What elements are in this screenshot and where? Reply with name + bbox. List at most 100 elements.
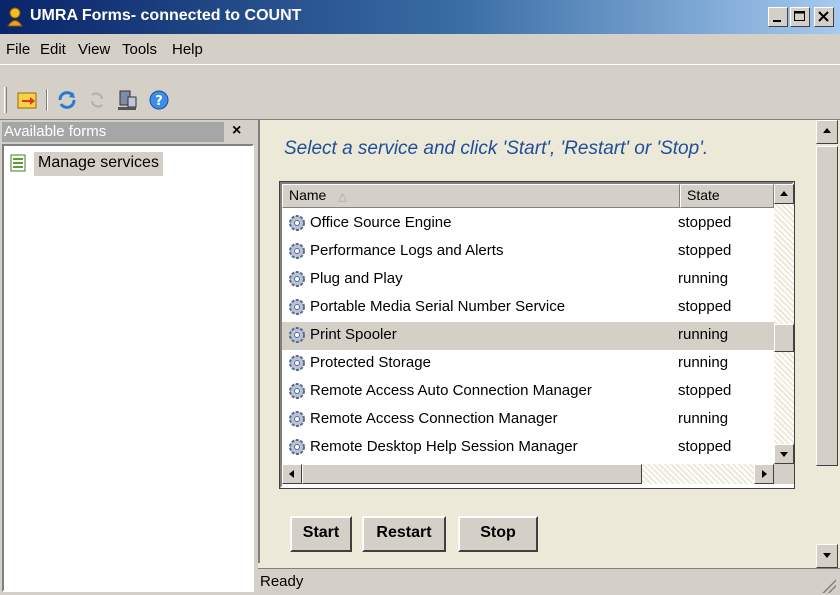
- resize-grip[interactable]: [822, 579, 836, 593]
- scroll-left-button[interactable]: [282, 464, 302, 484]
- svg-text:?: ?: [155, 94, 163, 109]
- service-row[interactable]: Office Source Engine stopped: [282, 210, 774, 238]
- service-state: running: [678, 354, 729, 371]
- toolbar-grip[interactable]: [4, 87, 7, 113]
- page-scroll-down-button[interactable]: [816, 544, 838, 568]
- scroll-thumb[interactable]: [774, 324, 794, 352]
- column-header-state[interactable]: State: [680, 184, 774, 208]
- service-name: Remote Access Connection Manager: [310, 410, 558, 427]
- service-state: running: [678, 270, 729, 287]
- service-gear-icon: [289, 271, 305, 287]
- services-listview[interactable]: Name △ State Office Source Engine stopped…: [279, 181, 795, 489]
- close-button[interactable]: [814, 7, 834, 27]
- restart-button[interactable]: Restart: [362, 516, 446, 552]
- menu-bar: File Edit View Tools Help: [0, 34, 840, 64]
- instruction-text: Select a service and click 'Start', 'Res…: [284, 138, 709, 159]
- menu-edit[interactable]: Edit: [40, 41, 66, 58]
- service-row[interactable]: Portable Media Serial Number Service stop…: [282, 294, 774, 322]
- service-name: Performance Logs and Alerts: [310, 242, 504, 259]
- scroll-right-button[interactable]: [754, 464, 774, 484]
- column-header-name[interactable]: Name △: [282, 184, 680, 208]
- service-name: Remote Access Auto Connection Manager: [310, 382, 592, 399]
- title-bar[interactable]: UMRA Forms- connected to COUNT: [0, 0, 840, 34]
- toolbar: ?: [0, 64, 840, 120]
- column-header-name-label: Name: [289, 187, 327, 203]
- service-name: Protected Storage: [310, 354, 431, 371]
- sort-ascending-icon: △: [338, 191, 347, 203]
- minimize-button[interactable]: [768, 7, 788, 27]
- arrow-up-icon: [780, 191, 788, 196]
- service-row[interactable]: Performance Logs and Alerts stopped: [282, 238, 774, 266]
- stop-button[interactable]: Stop: [458, 516, 538, 552]
- scrollbar-corner: [774, 464, 794, 484]
- service-state: stopped: [678, 298, 732, 315]
- minimize-icon: [773, 20, 781, 22]
- form-document-icon: [10, 154, 26, 172]
- service-name: Remote Desktop Help Session Manager: [310, 438, 578, 455]
- scroll-down-button[interactable]: [774, 444, 794, 464]
- service-row[interactable]: Remote Desktop Help Session Manager stopp…: [282, 434, 774, 462]
- disconnect-button[interactable]: [84, 87, 110, 113]
- service-gear-icon: [289, 327, 305, 343]
- open-form-icon: [17, 92, 37, 109]
- window-title: UMRA Forms- connected to COUNT: [30, 7, 302, 24]
- start-button[interactable]: Start: [290, 516, 352, 552]
- help-icon: ?: [149, 90, 169, 110]
- service-row[interactable]: Plug and Play running: [282, 266, 774, 294]
- service-row[interactable]: Remote Access Connection Manager running: [282, 406, 774, 434]
- service-name: Print Spooler: [310, 326, 397, 343]
- menu-tools[interactable]: Tools: [122, 41, 157, 58]
- listview-header: Name △ State: [282, 184, 774, 208]
- status-text: Ready: [260, 573, 304, 590]
- open-form-button[interactable]: [14, 87, 40, 113]
- disconnect-icon: [91, 92, 103, 108]
- refresh-icon: [58, 91, 76, 109]
- service-gear-icon: [289, 383, 305, 399]
- service-row[interactable]: Remote Access Auto Connection Manager sto…: [282, 378, 774, 406]
- close-icon: [818, 11, 829, 22]
- help-button[interactable]: ?: [146, 87, 172, 113]
- service-state: stopped: [678, 214, 732, 231]
- listview-horizontal-scrollbar[interactable]: [282, 464, 774, 484]
- page-scroll-up-button[interactable]: [816, 120, 838, 144]
- column-header-state-label: State: [687, 187, 720, 203]
- scroll-up-button[interactable]: [774, 184, 794, 204]
- refresh-button[interactable]: [54, 87, 80, 113]
- menu-file[interactable]: File: [6, 41, 30, 58]
- server-icon: [118, 90, 137, 110]
- listview-rows: Office Source Engine stopped Performance L…: [282, 208, 774, 464]
- forms-list[interactable]: Manage services: [2, 144, 254, 592]
- service-gear-icon: [289, 355, 305, 371]
- service-gear-icon: [289, 299, 305, 315]
- menu-view[interactable]: View: [78, 41, 110, 58]
- forms-panel-close-button[interactable]: ×: [232, 122, 241, 140]
- service-name: Plug and Play: [310, 270, 403, 287]
- service-row[interactable]: Print Spooler running: [282, 322, 774, 350]
- status-bar: Ready: [258, 568, 840, 595]
- form-content: Select a service and click 'Start', 'Res…: [258, 120, 840, 563]
- service-gear-icon: [289, 411, 305, 427]
- menu-help[interactable]: Help: [172, 41, 203, 58]
- service-row[interactable]: Protected Storage running: [282, 350, 774, 378]
- forms-panel-header: Available forms ×: [0, 122, 254, 144]
- arrow-right-icon: [762, 470, 767, 478]
- server-button[interactable]: [114, 87, 140, 113]
- service-name: Portable Media Serial Number Service: [310, 298, 566, 315]
- forms-panel: Available forms × Manage services: [0, 120, 258, 595]
- horizontal-scroll-thumb[interactable]: [302, 464, 642, 484]
- maximize-button[interactable]: [790, 7, 810, 27]
- page-vertical-scrollbar[interactable]: [816, 120, 838, 570]
- page-scroll-thumb[interactable]: [816, 146, 838, 466]
- listview-vertical-scrollbar[interactable]: [774, 184, 794, 464]
- maximize-icon: [794, 11, 805, 21]
- toolbar-separator: [46, 89, 48, 111]
- arrow-up-icon: [823, 128, 831, 133]
- service-state: stopped: [678, 438, 732, 455]
- service-state: stopped: [678, 382, 732, 399]
- arrow-down-icon: [823, 553, 831, 558]
- service-state: stopped: [678, 242, 732, 259]
- service-gear-icon: [289, 215, 305, 231]
- service-state: running: [678, 326, 729, 343]
- service-name: Office Source Engine: [310, 214, 452, 231]
- service-gear-icon: [289, 439, 305, 455]
